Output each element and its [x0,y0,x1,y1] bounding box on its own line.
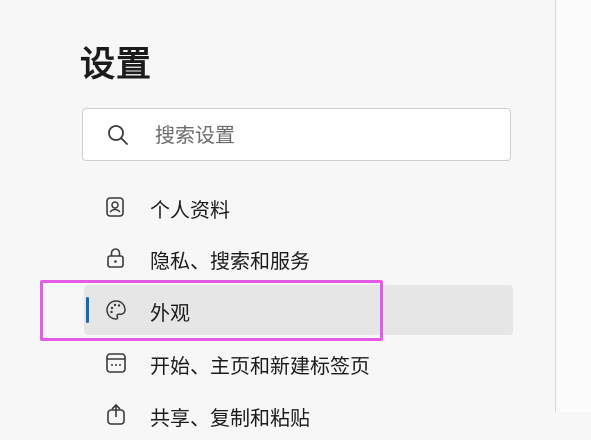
search-box[interactable] [82,108,511,161]
search-input[interactable] [155,117,495,153]
sidebar-item-label: 外观 [150,301,190,325]
sidebar-item-privacy[interactable]: 隐私、搜索和服务 [84,233,513,283]
sidebar-item-share-copy-paste[interactable]: 共享、复制和粘贴 [84,390,513,440]
page-title: 设置 [80,45,153,85]
home-grid-icon [104,351,128,375]
lock-icon [104,246,128,270]
sidebar-item-profile[interactable]: 个人资料 [84,182,513,232]
sidebar-item-label: 共享、复制和粘贴 [150,406,310,430]
sidebar-item-label: 隐私、搜索和服务 [150,249,310,273]
settings-sidebar: 设置 个人资料 隐私、搜索和服务 [0,0,555,430]
search-icon [107,124,129,146]
palette-icon [104,298,128,322]
selected-indicator [86,297,89,323]
sidebar-item-start-home-newtab[interactable]: 开始、主页和新建标签页 [84,338,513,388]
sidebar-item-appearance[interactable]: 外观 [84,285,513,335]
profile-icon [104,195,128,219]
share-icon [104,403,128,427]
content-pane [556,0,591,412]
sidebar-item-label: 开始、主页和新建标签页 [150,354,370,378]
sidebar-item-label: 个人资料 [150,198,230,222]
